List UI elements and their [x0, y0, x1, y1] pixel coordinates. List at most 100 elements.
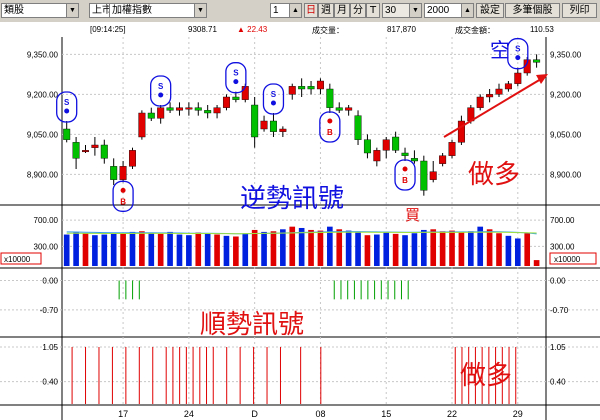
- short-annotation: 空: [490, 38, 510, 62]
- volume-bars: [63, 226, 540, 266]
- ma-select[interactable]: 30 ▼: [382, 3, 422, 18]
- candle-body: [72, 142, 80, 159]
- category-select-value: 類股: [4, 5, 24, 16]
- ind1-tick-left: -0.70: [40, 306, 59, 315]
- sell-signal-label: S: [233, 69, 239, 78]
- ind2-tick-left: 1.05: [42, 343, 58, 352]
- quote-change: ▲ 22.43: [237, 25, 268, 34]
- volume-bar: [317, 230, 324, 266]
- quote-info-bar: [09:14:25] 9308.71 ▲ 22.43 成交量： 817,870 …: [0, 22, 600, 37]
- volume-tick-right: 700.00: [550, 216, 575, 225]
- candle-body: [269, 120, 277, 132]
- volume-bar: [374, 234, 380, 266]
- candle-body: [486, 94, 494, 98]
- indicator-1: [118, 280, 409, 300]
- category-select[interactable]: 類股 ▼: [1, 3, 79, 18]
- sell-signal-dot: [233, 79, 239, 85]
- counter-trend-annotation: 逆勢訊號: [240, 184, 344, 214]
- period-month-button[interactable]: 月: [334, 3, 350, 18]
- sell-signal-label: S: [271, 90, 277, 99]
- period-week-button[interactable]: 週: [318, 3, 334, 18]
- candle-body: [401, 152, 409, 156]
- x-tick-label: 17: [118, 409, 128, 419]
- volume-bar: [524, 233, 531, 266]
- trend-arrow: [443, 74, 548, 138]
- volume-bar: [514, 238, 521, 266]
- volume-bar: [298, 227, 305, 266]
- sell-signal-dot: [64, 108, 70, 114]
- volume-bar: [439, 231, 446, 266]
- print-button[interactable]: 列印: [562, 3, 597, 18]
- candle-body: [373, 150, 381, 162]
- volume-bar: [411, 233, 418, 266]
- period-number-input[interactable]: 1 ▲: [270, 3, 302, 18]
- volume-bar: [345, 230, 352, 266]
- buy-signal-ring: [319, 111, 341, 143]
- go-long-annotation-top: 做多: [468, 160, 520, 190]
- candle-body: [279, 128, 287, 132]
- candle-body: [119, 166, 127, 180]
- buy-signal-dot: [120, 187, 126, 193]
- candle-body: [354, 115, 362, 140]
- candle-body: [63, 128, 71, 140]
- volume-bar: [214, 234, 220, 266]
- period-day-button[interactable]: 日: [304, 3, 318, 18]
- index-select[interactable]: 加權指數 ▼: [109, 3, 207, 18]
- candle-body: [288, 86, 296, 95]
- volume-bar: [167, 231, 173, 266]
- trend-annotation: 順勢訊號: [200, 310, 304, 340]
- volume-bar: [92, 235, 98, 266]
- settings-button[interactable]: 設定: [476, 3, 504, 18]
- indicator-2: [71, 347, 517, 404]
- volume-bar: [223, 235, 230, 266]
- unit-tag-left: x10000: [0, 252, 42, 265]
- chevron-down-icon[interactable]: ▼: [194, 4, 206, 17]
- count-input[interactable]: 2000 ▲: [424, 3, 474, 18]
- candle-body: [298, 86, 306, 90]
- spinner-icon[interactable]: ▲: [289, 4, 301, 17]
- sell-signal-dot: [158, 92, 164, 98]
- candle-body: [110, 166, 118, 180]
- candle-body: [504, 83, 512, 90]
- chart-grid: [0, 37, 600, 405]
- volume-unit-right: x10000: [554, 255, 581, 264]
- x-tick-label: 08: [315, 409, 325, 419]
- buy-signal-ring: [394, 159, 416, 191]
- volume-bar: [157, 233, 164, 266]
- tick-button[interactable]: T: [366, 3, 380, 18]
- candle-body: [307, 86, 315, 90]
- volume-bar: [176, 234, 183, 266]
- sell-signal-label: S: [158, 82, 164, 91]
- chevron-down-icon[interactable]: ▼: [66, 4, 78, 17]
- buy-signal-label: B: [402, 176, 408, 185]
- x-tick-label: 22: [447, 409, 457, 419]
- count-value: 2000: [427, 5, 450, 16]
- volume-bar: [233, 236, 239, 266]
- chevron-down-icon[interactable]: ▼: [409, 4, 421, 17]
- candle-body: [128, 150, 136, 167]
- volume-bar: [336, 229, 343, 266]
- period-number-value: 1: [273, 5, 279, 16]
- volume-bar: [195, 232, 202, 266]
- buy-signal-ring: [112, 180, 134, 212]
- sell-signal-ring: [56, 91, 78, 123]
- price-tick-left: 9,200.00: [27, 90, 59, 99]
- spinner-icon[interactable]: ▲: [461, 4, 473, 17]
- price-tick-left: 9,350.00: [27, 50, 59, 59]
- volume-tick-left: 300.00: [34, 242, 59, 251]
- multi-stock-button[interactable]: 多筆個股: [505, 3, 560, 18]
- period-minute-button[interactable]: 分: [350, 3, 366, 18]
- candle-body: [194, 107, 202, 111]
- candle-body: [410, 158, 418, 162]
- price-tick-right: 9,050.00: [550, 130, 582, 139]
- sell-signal-ring: [150, 75, 172, 107]
- volume-label: 成交量：: [312, 26, 344, 35]
- sell-signal-dot: [515, 55, 521, 61]
- volume-bar: [251, 229, 258, 266]
- candle-body: [100, 144, 108, 159]
- stock-chart[interactable]: 9,350.00 9,350.00 9,200.00 9,200.00 9,050.00…: [0, 37, 600, 420]
- volume-unit-left: x10000: [4, 255, 31, 264]
- price-tick-left: 8,900.00: [27, 170, 59, 179]
- candle-body: [448, 142, 456, 156]
- sell-signal-label: S: [64, 98, 70, 107]
